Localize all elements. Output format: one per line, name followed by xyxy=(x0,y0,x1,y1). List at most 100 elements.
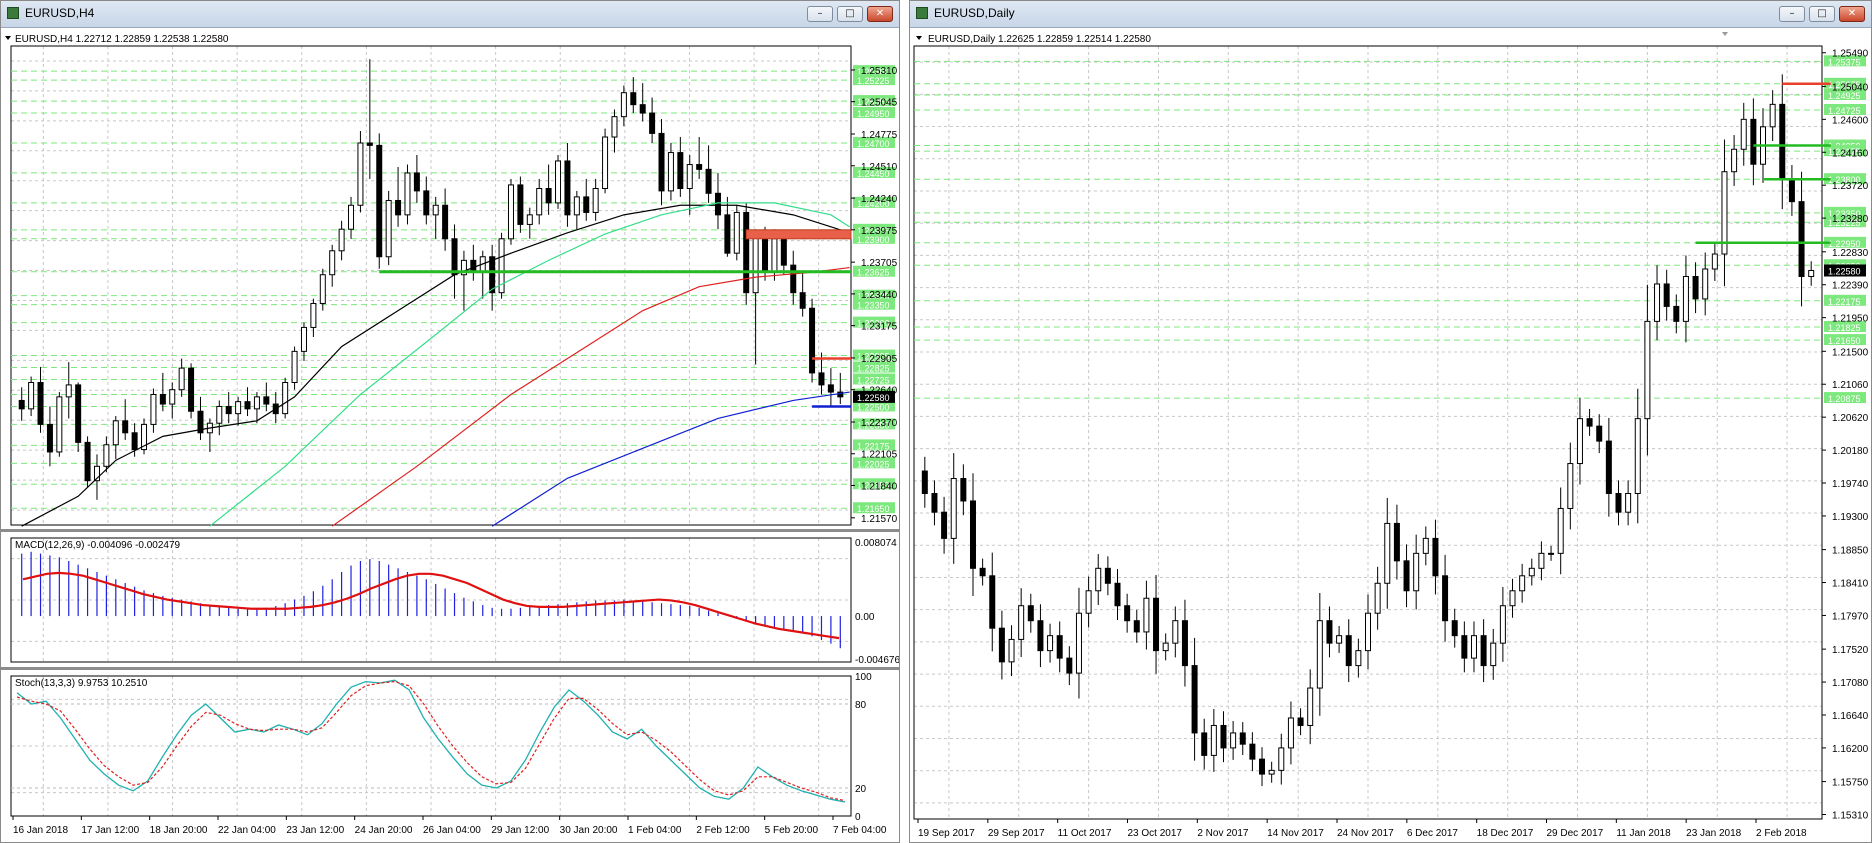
bear-candle xyxy=(84,441,91,482)
macd-axis-label: 0.00 xyxy=(855,612,875,623)
close-button[interactable]: ✕ xyxy=(867,6,893,22)
current-price-label: 1.22580 xyxy=(857,393,890,403)
bear-candle xyxy=(799,292,806,309)
bull-candle xyxy=(178,367,185,391)
bull-candle xyxy=(1654,283,1661,322)
daily-price-chart[interactable]: 1.253751.250751.249251.247251.242501.241… xyxy=(910,28,1871,842)
minimize-button[interactable]: – xyxy=(1779,6,1805,22)
h4-price-chart[interactable]: 1.253001.252251.250501.249501.247001.244… xyxy=(1,28,899,529)
bull-candle xyxy=(319,274,326,304)
stoch-header: Stoch(13,3,3) 9.9753 10.2510 xyxy=(15,678,148,689)
bear-candle xyxy=(998,627,1005,663)
bull-candle xyxy=(1085,590,1092,614)
bull-candle xyxy=(1172,620,1179,644)
minimize-button[interactable]: – xyxy=(807,6,833,22)
bear-candle xyxy=(75,384,82,443)
bear-candle xyxy=(225,405,232,415)
bear-candle xyxy=(1201,732,1208,756)
bull-candle xyxy=(1355,650,1362,667)
stochastic-indicator-pane[interactable]: 100 80 20 0 Stoch(13,3,3) 9.9753 10.2510 16 J… xyxy=(1,670,899,842)
bear-candle xyxy=(1027,605,1034,622)
bear-candle xyxy=(489,256,496,294)
time-axis-label: 1 Feb 04:00 xyxy=(628,825,682,836)
bear-candle xyxy=(122,420,129,434)
bull-candle xyxy=(357,142,364,206)
price-axis-label: 1.20180 xyxy=(1832,446,1869,457)
bull-candle xyxy=(1740,118,1747,150)
time-axis-label: 30 Jan 20:00 xyxy=(560,825,618,836)
bear-candle xyxy=(423,190,430,216)
bull-candle xyxy=(1519,575,1526,592)
bear-candle xyxy=(1104,567,1111,584)
bull-candle xyxy=(432,204,439,216)
maximize-button[interactable]: □ xyxy=(837,6,863,22)
time-axis-label: 6 Dec 2017 xyxy=(1407,828,1459,839)
bear-candle xyxy=(705,168,712,194)
bull-candle xyxy=(950,478,957,539)
bear-candle xyxy=(1461,635,1468,659)
bull-candle xyxy=(1162,642,1169,652)
daily-window-titlebar[interactable]: EURUSD,Daily – □ ✕ xyxy=(910,1,1871,28)
bull-candle xyxy=(1336,635,1343,644)
bull-candle xyxy=(1557,507,1564,554)
bear-candle xyxy=(649,112,656,134)
daily-chart-window[interactable]: EURUSD,Daily – □ ✕ 1.25375 1.25075 1.24925… xyxy=(909,0,1872,843)
close-button[interactable]: ✕ xyxy=(1839,6,1865,22)
bull-candle xyxy=(1808,269,1815,277)
bull-candle xyxy=(526,214,533,225)
macd-indicator-pane[interactable]: 0.008074 0.00 -0.004676 MACD(12,26,9) -0.00… xyxy=(1,532,899,667)
bull-candle xyxy=(1422,537,1429,554)
bear-candle xyxy=(545,188,552,204)
bear-candle xyxy=(18,399,25,410)
price-axis-label: 1.19740 xyxy=(1832,479,1869,490)
bear-candle xyxy=(960,478,967,502)
bear-candle xyxy=(1442,575,1449,622)
price-axis-label: 1.23720 xyxy=(1832,181,1869,192)
bear-candle xyxy=(743,211,750,294)
bear-candle xyxy=(969,500,976,569)
price-axis-label: 1.25045 xyxy=(861,98,898,109)
bull-candle xyxy=(1548,552,1555,555)
bull-candle xyxy=(65,384,72,398)
price-axis-label: 1.20620 xyxy=(1832,413,1869,424)
price-axis-label: 1.17080 xyxy=(1832,678,1869,689)
price-axis-label: 1.22105 xyxy=(861,450,898,461)
bull-candle xyxy=(1538,552,1545,569)
macd-header: MACD(12,26,9) -0.004096 -0.002479 xyxy=(15,540,181,551)
bull-candle xyxy=(1625,492,1632,513)
price-axis-label: 1.23975 xyxy=(861,226,898,237)
price-axis-label: 1.24160 xyxy=(1832,148,1869,159)
time-axis-label: 29 Sep 2017 xyxy=(988,828,1045,839)
h4-chart-window[interactable]: EURUSD,H4 – □ ✕ 1.25300 1.25225 1.25050 1.2… xyxy=(0,0,900,843)
bull-candle xyxy=(1018,605,1025,640)
chart-window-icon xyxy=(7,7,19,19)
bear-candle xyxy=(762,235,769,273)
bear-candle xyxy=(1297,717,1304,726)
bull-candle xyxy=(291,350,298,383)
bull-candle xyxy=(1095,567,1102,592)
bear-candle xyxy=(159,393,166,405)
bull-candle xyxy=(1384,522,1391,584)
bull-candle xyxy=(1711,253,1718,270)
time-axis-label: 5 Feb 20:00 xyxy=(765,825,819,836)
level-label: 1.24950 xyxy=(857,109,890,119)
bull-candle xyxy=(1374,582,1381,614)
bear-candle xyxy=(244,401,251,410)
time-axis-label: 24 Jan 20:00 xyxy=(355,825,413,836)
bull-candle xyxy=(1731,148,1738,173)
price-axis-label: 1.17970 xyxy=(1832,611,1869,622)
level-label: 1.23625 xyxy=(857,268,890,278)
time-axis-label: 17 Jan 12:00 xyxy=(81,825,139,836)
bull-candle xyxy=(310,302,317,328)
maximize-button[interactable]: □ xyxy=(1809,6,1835,22)
price-axis-label: 1.17520 xyxy=(1832,645,1869,656)
bull-candle xyxy=(555,160,562,204)
price-axis-label: 1.22905 xyxy=(861,354,898,365)
bull-candle xyxy=(620,92,627,118)
bull-candle xyxy=(686,164,693,190)
price-axis-label: 1.23705 xyxy=(861,258,898,269)
h4-window-titlebar[interactable]: EURUSD,H4 – □ ✕ xyxy=(1,1,899,28)
h4-chart-header: EURUSD,H4 1.22712 1.22859 1.22538 1.2258… xyxy=(15,34,229,45)
stoch-axis-label: 20 xyxy=(855,784,867,795)
bear-candle xyxy=(1605,440,1612,494)
